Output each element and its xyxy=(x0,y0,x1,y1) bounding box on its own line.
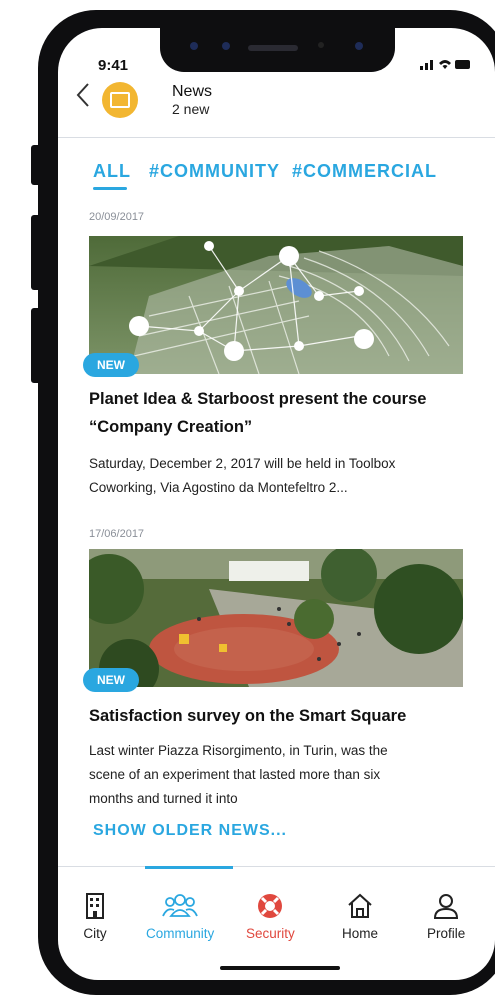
newspaper-icon xyxy=(110,92,130,108)
news-image-aerial-city[interactable] xyxy=(89,236,463,374)
nav-security[interactable]: Security xyxy=(246,892,295,941)
sensor-dot xyxy=(190,42,198,50)
news-excerpt: Saturday, December 2, 2017 will be held … xyxy=(89,456,396,471)
news-excerpt: scene of an experiment that lasted more … xyxy=(89,767,381,782)
page-subtitle: 2 new xyxy=(172,101,210,117)
news-title[interactable]: Satisfaction survey on the Smart Square xyxy=(89,703,469,729)
bottom-nav-indicator xyxy=(145,866,233,869)
front-camera xyxy=(355,42,363,50)
news-date: 17/06/2017 xyxy=(89,528,145,540)
person-icon xyxy=(434,894,459,919)
speaker xyxy=(248,45,298,51)
bottom-nav-divider xyxy=(58,866,495,867)
news-avatar xyxy=(102,82,138,118)
nav-label: City xyxy=(83,926,107,941)
sensor-dot xyxy=(318,42,324,48)
home-indicator[interactable] xyxy=(220,966,340,970)
nav-profile[interactable]: Profile xyxy=(427,892,465,941)
show-older-news-link[interactable]: SHOW OLDER NEWS... xyxy=(93,822,287,840)
volume-down-button xyxy=(31,308,41,383)
tab-active-indicator xyxy=(93,187,127,190)
nav-home[interactable]: Home xyxy=(342,892,378,941)
page-title: News xyxy=(172,83,213,100)
notch xyxy=(160,28,395,72)
news-title[interactable]: “Company Creation” xyxy=(89,414,469,440)
nav-label: Profile xyxy=(427,926,466,941)
news-excerpt: months and turned it into xyxy=(89,791,238,806)
header-divider xyxy=(58,137,495,138)
news-excerpt: Last winter Piazza Risorgimento, in Turi… xyxy=(89,743,388,758)
status-time: 9:41 xyxy=(98,57,129,74)
nav-city[interactable]: City xyxy=(82,892,108,941)
sensor-dot xyxy=(222,42,230,50)
news-title[interactable]: Planet Idea & Starboost present the cour… xyxy=(89,386,469,412)
lifebuoy-icon xyxy=(258,894,283,918)
back-button[interactable] xyxy=(76,82,90,114)
mute-switch xyxy=(31,145,41,185)
status-icons xyxy=(420,57,472,74)
chevron-left-icon xyxy=(76,83,89,107)
new-badge: NEW xyxy=(83,668,139,692)
house-icon xyxy=(348,893,372,918)
volume-up-button xyxy=(31,215,41,290)
nav-label: Community xyxy=(146,926,215,941)
new-badge: NEW xyxy=(83,353,139,377)
news-date: 20/09/2017 xyxy=(89,211,145,223)
nav-community[interactable]: Community xyxy=(146,892,214,941)
tab-community[interactable]: #COMMUNITY xyxy=(149,161,280,182)
nav-label: Home xyxy=(342,926,379,941)
news-image-park[interactable] xyxy=(89,549,463,687)
tab-all[interactable]: ALL xyxy=(93,161,131,182)
nav-label: Security xyxy=(246,926,295,941)
building-icon xyxy=(86,893,104,919)
news-excerpt: Coworking, Via Agostino da Montefeltro 2… xyxy=(89,480,348,495)
tab-commercial[interactable]: #COMMERCIAL xyxy=(292,161,437,182)
people-icon xyxy=(162,894,198,917)
